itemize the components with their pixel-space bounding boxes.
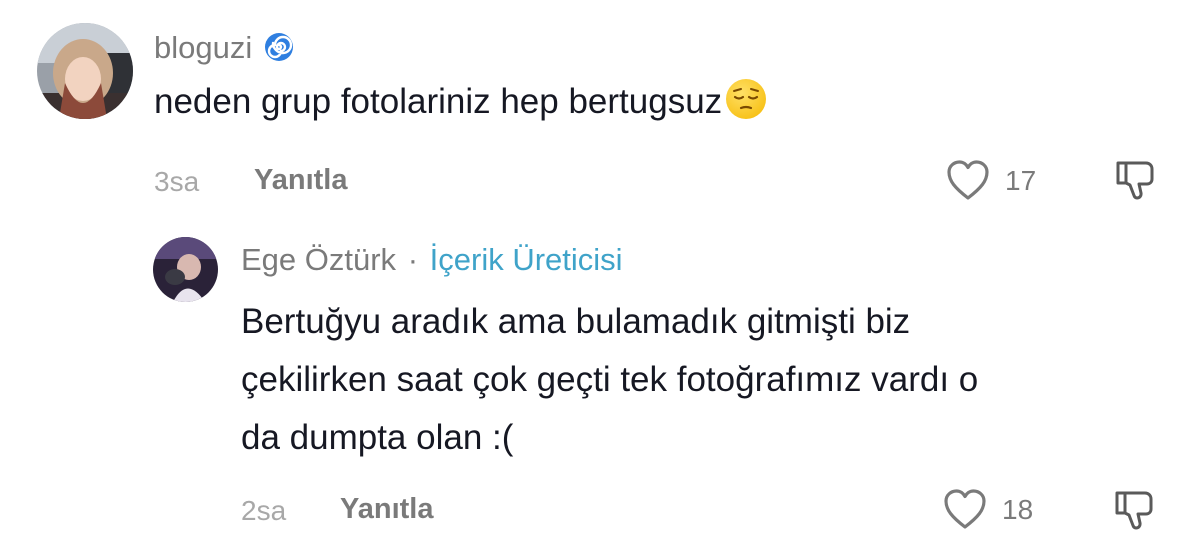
reply-username[interactable]: Ege Öztürk — [241, 242, 396, 277]
reply-like-count: 18 — [1002, 494, 1034, 525]
pensive-face-emoji-icon — [726, 79, 767, 119]
reply-text-line: da dumpta olan :( — [241, 418, 514, 457]
comment-like-count: 17 — [1005, 165, 1037, 196]
comment-text: neden grup fotolariniz hep bertugsuz — [154, 82, 723, 121]
comment-like-button[interactable] — [945, 158, 995, 202]
spiral-emoji-icon — [264, 32, 294, 62]
comment-time: 3sa — [154, 166, 200, 197]
comment-username[interactable]: bloguzi — [154, 30, 252, 65]
reply-separator: · — [407, 242, 419, 277]
reply-dislike-button[interactable] — [1111, 487, 1157, 533]
reply-time: 2sa — [241, 495, 287, 526]
thumbs-down-icon — [1115, 491, 1153, 530]
heart-outline-icon — [947, 160, 989, 200]
avatar-ege-ozturk[interactable] — [153, 237, 218, 302]
creator-badge: İçerik Üreticisi — [429, 242, 623, 277]
heart-outline-icon — [944, 489, 986, 529]
reply-text-line: çekilirken saat çok geçti tek fotoğrafım… — [241, 360, 979, 399]
reply-like-button[interactable] — [942, 487, 992, 531]
avatar-bloguzi[interactable] — [37, 23, 133, 119]
reply-reply-button[interactable]: Yanıtla — [340, 493, 434, 526]
reply-text-line: Bertuğyu aradık ama bulamadık gitmişti b… — [241, 302, 911, 341]
comment-reply-button[interactable]: Yanıtla — [254, 164, 348, 197]
thumbs-down-icon — [1116, 161, 1154, 200]
comment-dislike-button[interactable] — [1112, 157, 1158, 203]
